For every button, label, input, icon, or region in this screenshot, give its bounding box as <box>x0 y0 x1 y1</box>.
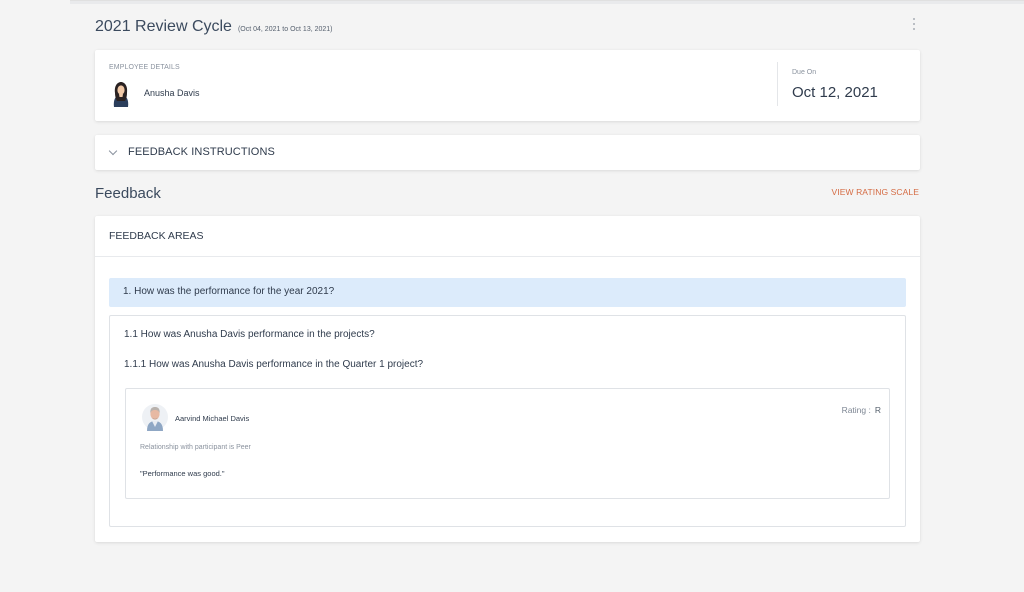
feedback-instructions-label: FEEDBACK INSTRUCTIONS <box>128 146 275 158</box>
feedback-areas-card: FEEDBACK AREAS 1. How was the performanc… <box>95 216 920 542</box>
feedback-heading: Feedback <box>95 185 161 202</box>
rating-value: R <box>874 405 881 415</box>
feedback-comment: "Performance was good." <box>140 469 225 478</box>
rating: Rating :R <box>842 405 881 415</box>
due-divider <box>777 62 778 106</box>
chevron-down-icon <box>108 146 118 156</box>
response-card: Aarvind Michael Davis Rating :R Relation… <box>125 388 890 499</box>
due-date: Oct 12, 2021 <box>792 84 878 101</box>
rating-label: Rating : <box>841 405 871 415</box>
sub-question: 1.1 How was Anusha Davis performance in … <box>124 329 375 340</box>
areas-divider <box>95 256 920 257</box>
sub-question: 1.1.1 How was Anusha Davis performance i… <box>124 359 424 370</box>
sub-questions-box: 1.1 How was Anusha Davis performance in … <box>109 315 906 527</box>
page-header: 2021 Review Cycle (Oct 04, 2021 to Oct 1… <box>95 18 925 42</box>
view-rating-scale-link[interactable]: VIEW RATING SCALE <box>831 187 919 197</box>
top-divider <box>70 0 1024 4</box>
due-on-label: Due On <box>792 69 817 76</box>
employee-details-label: EMPLOYEE DETAILS <box>109 64 180 71</box>
question-text: 1. How was the performance for the year … <box>123 286 335 297</box>
question-band: 1. How was the performance for the year … <box>109 278 906 307</box>
page-title: 2021 Review Cycle <box>95 18 232 35</box>
employee-name: Anusha Davis <box>144 88 200 98</box>
relationship-text: Relationship with participant is Peer <box>140 444 251 451</box>
reviewer-name: Aarvind Michael Davis <box>175 414 250 423</box>
more-vertical-icon[interactable] <box>912 18 916 30</box>
employee-avatar <box>113 82 129 107</box>
feedback-areas-label: FEEDBACK AREAS <box>109 230 204 242</box>
employee-details-card: EMPLOYEE DETAILS Anusha Davis Due On Oct… <box>95 50 920 121</box>
review-date-range: (Oct 04, 2021 to Oct 13, 2021) <box>237 26 333 33</box>
reviewer-avatar <box>142 404 168 431</box>
feedback-instructions-toggle[interactable]: FEEDBACK INSTRUCTIONS <box>95 135 920 170</box>
